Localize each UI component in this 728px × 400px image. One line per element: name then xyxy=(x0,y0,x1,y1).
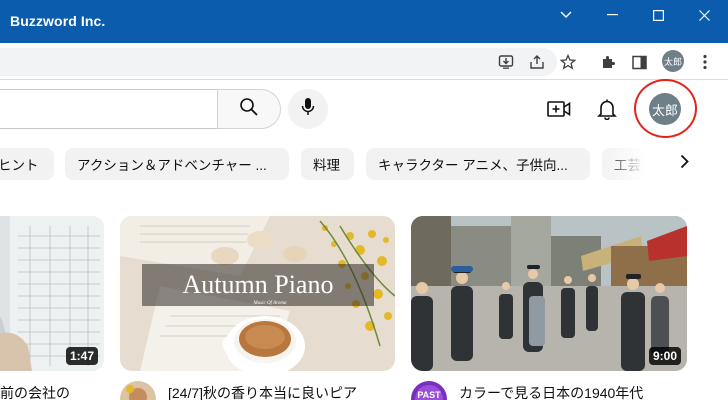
side-panel-icon[interactable] xyxy=(628,51,650,73)
menu-kebab-icon[interactable] xyxy=(694,51,716,73)
create-video-icon[interactable] xyxy=(546,96,572,122)
chip-hint[interactable]: ヒント xyxy=(0,148,54,180)
browser-toolbar: 太郎 xyxy=(0,43,728,80)
channel-avatar[interactable] xyxy=(120,381,156,400)
thumbnail-image xyxy=(411,216,687,371)
search-icon xyxy=(239,97,259,122)
chip-fade-overlay xyxy=(600,147,666,181)
window-title: Buzzword Inc. xyxy=(10,13,106,29)
channel-badge-text: PAST xyxy=(417,390,441,400)
chevron-right-icon xyxy=(680,154,689,174)
browser-profile-avatar[interactable]: 太郎 xyxy=(662,50,684,72)
youtube-header: 太郎 xyxy=(0,79,728,138)
mic-icon xyxy=(301,97,315,122)
window-title-bar: Buzzword Inc. xyxy=(0,0,728,43)
video-title[interactable]: カラーで見る日本の1940年代 xyxy=(459,383,643,400)
chip-scroll-next-button[interactable] xyxy=(666,148,702,180)
account-avatar[interactable]: 太郎 xyxy=(649,93,681,125)
install-icon[interactable] xyxy=(495,51,517,73)
search-button[interactable] xyxy=(217,89,281,129)
maximize-icon[interactable] xyxy=(635,0,681,30)
thumbnail-subtitle-text: Music Of Aroma xyxy=(252,301,287,306)
video-thumbnail[interactable]: 1:47 xyxy=(0,216,104,371)
share-icon[interactable] xyxy=(526,51,548,73)
video-thumbnail[interactable]: Autumn Piano Music Of Aroma xyxy=(120,216,395,371)
video-duration: 9:00 xyxy=(648,347,681,365)
thumbnail-image: Autumn Piano Music Of Aroma xyxy=(120,216,395,371)
channel-avatar[interactable]: PAST xyxy=(411,381,447,400)
bookmark-star-icon[interactable] xyxy=(557,51,579,73)
video-duration: 1:47 xyxy=(65,347,98,365)
video-title[interactable]: [24/7]秋の香り本当に良いピア xyxy=(168,383,357,400)
video-thumbnail[interactable]: 9:00 xyxy=(411,216,687,371)
chevron-down-icon[interactable] xyxy=(543,0,589,30)
chip-character-anime[interactable]: キャラクター アニメ、子供向... xyxy=(366,148,590,180)
chip-cooking[interactable]: 料理 xyxy=(301,148,354,180)
extensions-icon[interactable] xyxy=(597,51,619,73)
chip-action-adventure[interactable]: アクション＆アドベンチャー ... xyxy=(65,148,289,180)
voice-search-button[interactable] xyxy=(288,89,328,129)
address-bar[interactable] xyxy=(0,48,557,76)
search-input[interactable] xyxy=(0,89,217,129)
close-icon[interactable] xyxy=(681,0,727,30)
category-chip-bar: ヒント アクション＆アドベンチャー ... 料理 キャラクター アニメ、子供向.… xyxy=(0,147,728,181)
video-title[interactable]: 前の会社の xyxy=(0,383,70,400)
thumbnail-title-text: Autumn Piano xyxy=(183,270,334,299)
notifications-bell-icon[interactable] xyxy=(594,96,620,122)
minimize-icon[interactable] xyxy=(589,0,635,30)
